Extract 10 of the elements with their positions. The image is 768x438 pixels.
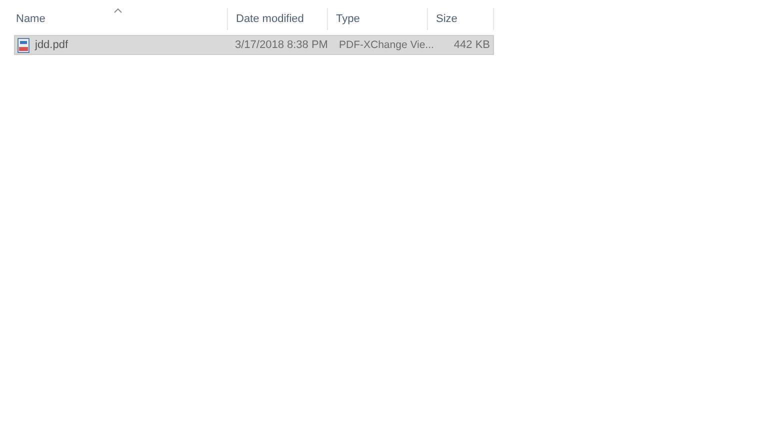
pdf-file-icon (17, 38, 31, 52)
file-name: jdd.pdf (35, 39, 68, 51)
column-header[interactable]: Date modified (228, 8, 328, 30)
column-header[interactable]: Type (328, 8, 428, 30)
sort-caret-icon (114, 8, 122, 13)
file-type-cell-text: PDF-XChange Vie... (338, 38, 435, 53)
file-row[interactable]: jdd.pdf 3/17/2018 8:38 PM PDF-XChange Vie... 442 KB (14, 35, 494, 55)
column-header[interactable]: Size (428, 8, 494, 30)
column-header[interactable]: Name (8, 8, 228, 30)
date-modified-cell-text: 3/17/2018 8:38 PM (234, 38, 329, 53)
